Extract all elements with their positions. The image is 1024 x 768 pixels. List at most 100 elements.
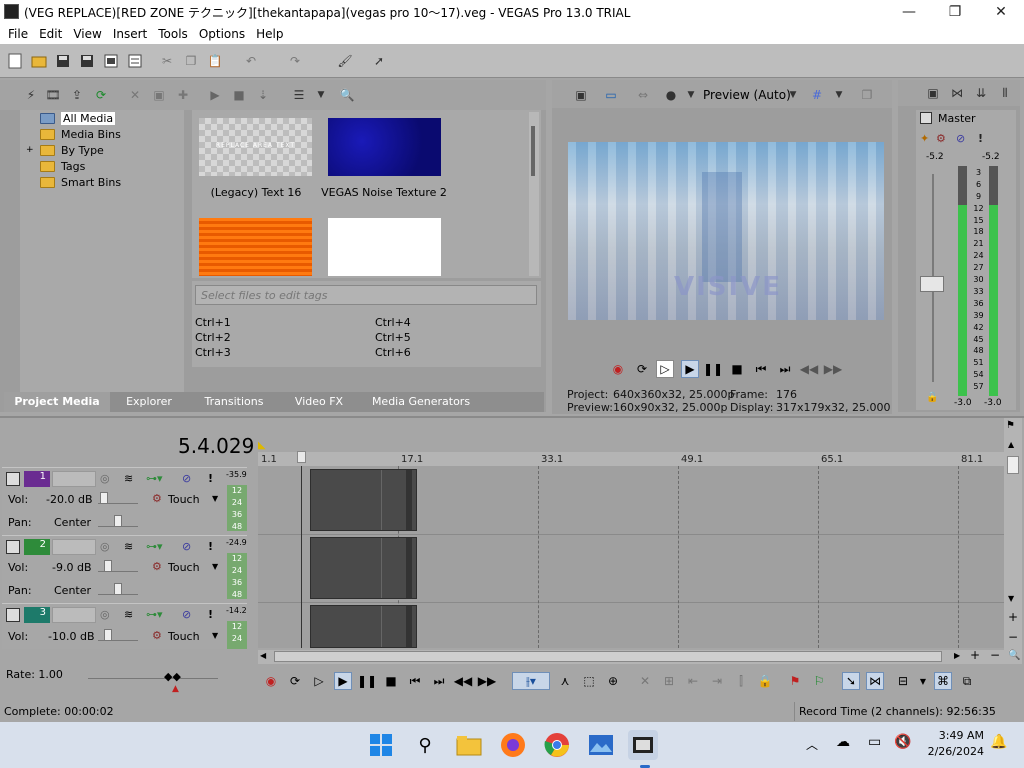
solo-icon[interactable]: ! (208, 472, 213, 485)
track-header-3[interactable]: 3 ◎ ≋ ⊶▾ ⊘ ! -14.2 Vol: -10.0 dB ⚙ Touch… (2, 603, 247, 649)
lock-icon[interactable]: 🔒 (926, 392, 938, 403)
snapping-icon[interactable]: ➘ (842, 672, 860, 690)
arm-record-icon[interactable]: ◎ (100, 540, 110, 553)
master-properties-icon[interactable]: ▣ (924, 84, 942, 102)
go-to-start-icon[interactable]: ⏮ (406, 672, 424, 690)
ripple-dropdown-icon[interactable]: ▼ (914, 672, 932, 690)
record-icon[interactable]: ◉ (609, 360, 627, 378)
edit-tool-icon[interactable]: ⫲▾ (512, 672, 550, 690)
show-hidden-icons[interactable]: ︿ (806, 736, 818, 753)
volume-slider[interactable] (98, 492, 138, 504)
timeline-vscroll[interactable]: ⚑ ▲ ▼ + − (1004, 418, 1022, 650)
arm-record-icon[interactable]: ◎ (100, 608, 110, 621)
automation-mode[interactable]: Touch (168, 630, 200, 643)
track-name-field[interactable] (52, 471, 96, 487)
network-icon[interactable]: ▭ (868, 734, 881, 750)
ignore-grouping-icon[interactable]: ⧉ (958, 672, 976, 690)
prev-frame-icon[interactable]: ◀◀ (454, 672, 472, 690)
menu-tools[interactable]: Tools (154, 27, 193, 41)
menu-insert[interactable]: Insert (109, 27, 152, 41)
tab-project-media[interactable]: Project Media (4, 392, 110, 412)
split-screen-icon[interactable]: ⇔ (634, 86, 652, 104)
master-fader[interactable] (920, 276, 944, 292)
fx-icon[interactable]: ✚ (174, 86, 192, 104)
pause-icon[interactable]: ❚❚ (703, 360, 723, 378)
play-icon[interactable]: ▶ (334, 672, 352, 690)
automation-icon[interactable]: ≋ (124, 608, 133, 621)
trim-start-icon[interactable]: ⇤ (684, 672, 702, 690)
track-name-field[interactable] (52, 539, 96, 555)
track-name-field[interactable] (52, 607, 96, 623)
mute-icon[interactable]: ⊘ (182, 608, 191, 621)
volume-muted-icon[interactable]: 🔇 (894, 734, 911, 750)
dim-output-icon[interactable]: ⇊ (972, 84, 990, 102)
new-project-icon[interactable] (6, 52, 24, 70)
split-icon[interactable]: ⫿ (732, 672, 750, 690)
track-expand-icon[interactable] (6, 608, 20, 622)
scroll-left-icon[interactable]: ◀ (260, 651, 266, 660)
refresh-icon[interactable]: ⟳ (92, 86, 110, 104)
notifications-icon[interactable]: 🔔 (990, 734, 1007, 750)
stop-icon[interactable]: ■ (728, 360, 746, 378)
media-thumb-noise[interactable] (328, 118, 441, 176)
maximize-button[interactable]: ❐ (932, 0, 978, 24)
tags-input[interactable]: Select files to edit tags (195, 285, 537, 305)
cloud-icon[interactable]: ☁ (836, 734, 850, 750)
search-icon[interactable]: ⚲ (410, 730, 440, 760)
fast-forward-icon[interactable]: ▶▶ (824, 360, 842, 378)
track-fx-icon[interactable]: ⊶▾ (146, 608, 163, 621)
rate-slider-handle[interactable]: ◆◆ (164, 670, 181, 683)
track-fx-icon[interactable]: ⊶▾ (146, 472, 163, 485)
get-media-icon[interactable]: ⇪ (68, 86, 86, 104)
zoom-in-h-icon[interactable]: + (970, 648, 980, 662)
audio-clip[interactable] (310, 537, 417, 599)
mode-dropdown-icon[interactable]: ▼ (212, 562, 218, 571)
mode-dropdown-icon[interactable]: ▼ (212, 494, 218, 503)
track-fx-icon[interactable]: ⊶▾ (146, 540, 163, 553)
solo-icon[interactable]: ! (208, 608, 213, 621)
audio-clip[interactable] (310, 605, 417, 648)
delete-icon[interactable]: ✕ (636, 672, 654, 690)
preview-properties-icon[interactable]: ▣ (572, 86, 590, 104)
track-header-1[interactable]: 1 ◎ ≋ ⊶▾ ⊘ ! -35.9 Vol: -20.0 dB ⚙ Touch… (2, 467, 247, 534)
fx-chain-icon[interactable]: ✦ (920, 132, 929, 145)
play-icon[interactable]: ▶ (681, 360, 699, 378)
stop-media-icon[interactable]: ■ (230, 86, 248, 104)
render-icon[interactable] (102, 52, 120, 70)
lock-icon[interactable]: 🔒 (756, 672, 774, 690)
tree-smart-bins[interactable]: Smart Bins (40, 174, 121, 190)
menu-view[interactable]: View (69, 27, 106, 41)
remove-icon[interactable]: ✕ (126, 86, 144, 104)
redo-icon[interactable]: ↷ (286, 52, 304, 70)
audio-clip[interactable] (310, 469, 417, 531)
zoom-out-h-icon[interactable]: − (990, 648, 1000, 662)
menu-edit[interactable]: Edit (35, 27, 67, 41)
external-monitor-icon[interactable]: ▭ (602, 86, 620, 104)
close-button[interactable]: ✕ (978, 0, 1024, 24)
paste-icon[interactable]: 📋 (206, 52, 224, 70)
selection-tool-icon[interactable]: ⬚ (580, 672, 598, 690)
cut-icon[interactable]: ✂ (158, 52, 176, 70)
automation-mode[interactable]: Touch (168, 561, 200, 574)
auto-preview-icon[interactable]: ⇣ (254, 86, 272, 104)
file-explorer-icon[interactable] (454, 730, 484, 760)
overlays-dropdown-icon[interactable]: ▼ (682, 86, 700, 104)
vscroll-thumb[interactable] (1007, 456, 1019, 474)
rewind-icon[interactable]: ◀◀ (800, 360, 818, 378)
zoom-tool-icon[interactable]: 🔍 (1008, 650, 1020, 661)
save-as-icon[interactable] (78, 52, 96, 70)
timeline-hscroll[interactable]: ◀ ▶ + − 🔍 (258, 648, 1022, 664)
track-header-2[interactable]: 2 ◎ ≋ ⊶▾ ⊘ ! -24.9 Vol: -9.0 dB ⚙ Touch … (2, 535, 247, 602)
play-from-start-icon[interactable]: ▷ (310, 672, 328, 690)
clock-time[interactable]: 3:49 AM (930, 729, 984, 742)
vegas-taskbar-icon[interactable] (628, 730, 658, 760)
tree-all-media[interactable]: All Media (40, 110, 116, 126)
hscroll-thumb[interactable] (274, 651, 942, 662)
pan-slider[interactable] (98, 515, 138, 527)
zoom-in-v-icon[interactable]: + (1008, 610, 1018, 624)
lock-envelopes-icon[interactable]: ⌘ (934, 672, 952, 690)
quality-dropdown-icon[interactable]: ▼ (784, 86, 802, 104)
solo-icon[interactable]: ! (978, 132, 983, 145)
automation-icon[interactable]: ≋ (124, 540, 133, 553)
ripple-icon[interactable]: ⊟ (894, 672, 912, 690)
